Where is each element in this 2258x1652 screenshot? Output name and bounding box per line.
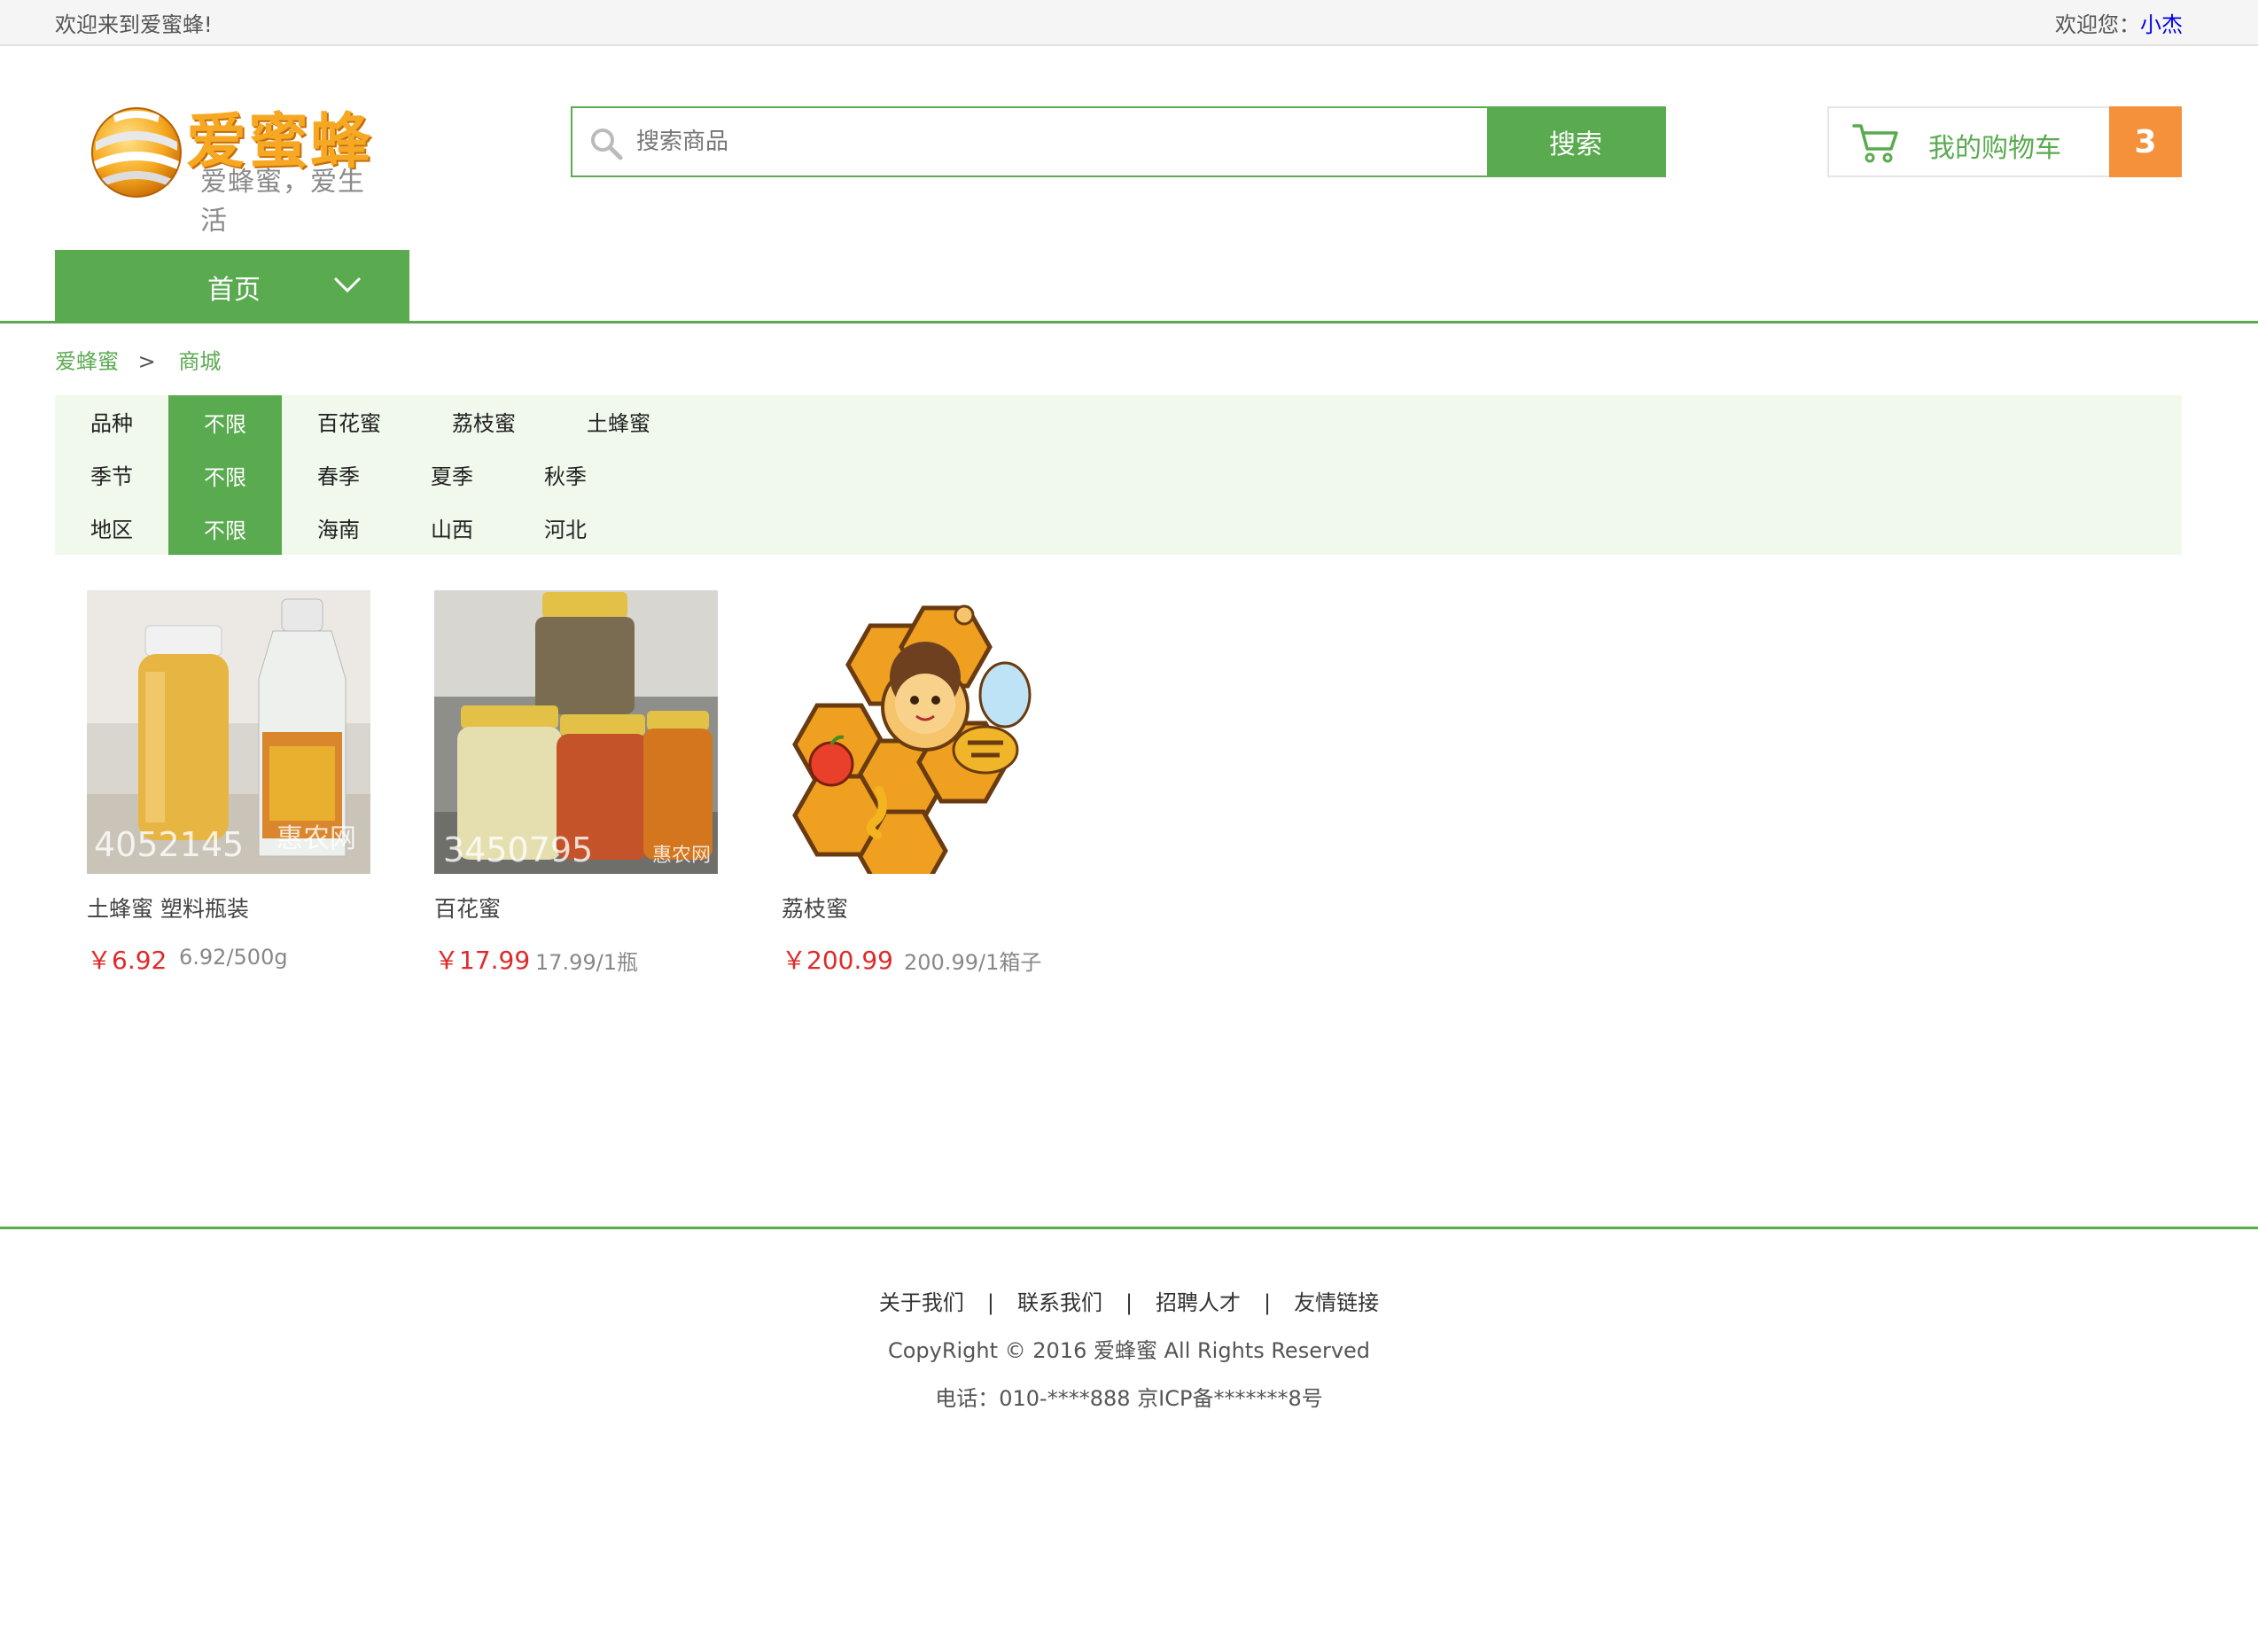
cart-button[interactable]: 我的购物车 3: [1827, 106, 2182, 177]
logo-ball-icon: [91, 107, 182, 198]
product-watermark-site: 惠农网: [276, 823, 356, 854]
footer-link-friends[interactable]: 友情链接: [1294, 1290, 1379, 1315]
filter-option[interactable]: 河北: [544, 512, 587, 543]
nav-home-menu[interactable]: 首页: [55, 250, 409, 321]
product-price: ￥17.99: [434, 946, 531, 975]
filter-option[interactable]: 秋季: [544, 459, 587, 490]
filter-all-option[interactable]: 不限: [168, 395, 282, 448]
bee-honeycomb-icon: [782, 590, 1065, 874]
product-watermark: 3450795: [443, 830, 593, 869]
product-card[interactable]: 4052145 惠农网 土蜂蜜 塑料瓶装 ￥6.92 6.92/500g: [87, 590, 370, 975]
user-greeting: 欢迎您：小杰: [2055, 7, 2183, 38]
filter-option[interactable]: 海南: [317, 512, 360, 543]
search-input[interactable]: [572, 108, 1487, 175]
product-name[interactable]: 荔枝蜜: [782, 892, 848, 923]
footer-link-about[interactable]: 关于我们: [879, 1290, 964, 1315]
filter-label: 地区: [90, 518, 133, 542]
footer-link-jobs[interactable]: 招聘人才: [1156, 1290, 1241, 1315]
filter-all-option[interactable]: 不限: [168, 502, 282, 555]
product-card[interactable]: 3450795 惠农网 百花蜜 ￥17.99 17.99/1瓶: [434, 590, 718, 975]
product-name[interactable]: 土蜂蜜 塑料瓶装: [87, 892, 249, 923]
footer-link-contact[interactable]: 联系我们: [1017, 1290, 1102, 1315]
product-unit-price: 17.99/1瓶: [535, 950, 639, 975]
filter-option[interactable]: 百花蜜: [317, 406, 381, 437]
user-name-link[interactable]: 小杰: [2140, 12, 2183, 37]
honey-jars-photo-icon: 3450795 惠农网: [434, 590, 718, 874]
product-image[interactable]: [782, 590, 1065, 874]
filter-option[interactable]: 春季: [317, 459, 360, 490]
welcome-text: 欢迎来到爱蜜蜂!: [55, 12, 213, 37]
search-bar: 搜索: [571, 106, 1666, 177]
search-icon: [591, 129, 623, 160]
filter-option[interactable]: 荔枝蜜: [452, 406, 516, 437]
footer-contact-info: 电话：010-****888 京ICP备*******8号: [935, 1386, 1323, 1411]
filter-all-option[interactable]: 不限: [168, 448, 282, 502]
filter-label: 季节: [90, 464, 133, 489]
product-watermark-site: 惠农网: [652, 845, 711, 867]
cart-label: 我的购物车: [1928, 133, 2061, 164]
breadcrumb-separator: >: [137, 349, 156, 374]
footer-link-divider: |: [1264, 1290, 1272, 1315]
search-box: [572, 108, 1487, 175]
product-card[interactable]: 荔枝蜜 ￥200.99 200.99/1箱子: [782, 590, 1065, 975]
breadcrumb-item-home[interactable]: 爱蜂蜜: [55, 349, 119, 374]
footer-links: 关于我们 | 联系我们 | 招聘人才 | 友情链接: [0, 1285, 2258, 1316]
cart-count-badge: 3: [2109, 106, 2182, 177]
site-logo[interactable]: 爱蜜蜂 爱蜂蜜，爱生活: [87, 92, 379, 237]
product-image[interactable]: 3450795 惠农网: [434, 590, 718, 874]
product-name[interactable]: 百花蜜: [434, 892, 501, 923]
breadcrumb-item-mall[interactable]: 商城: [178, 349, 221, 374]
filter-row-season: 季节 不限 春季 夏季 秋季: [55, 448, 2182, 502]
product-price: ￥6.92: [87, 946, 167, 975]
breadcrumb: 爱蜂蜜 > 商城: [55, 344, 233, 375]
product-watermark: 4052145: [94, 825, 244, 864]
honey-jar-photo-icon: 4052145 惠农网: [87, 590, 370, 874]
filter-panel: 品种 不限 百花蜜 荔枝蜜 土蜂蜜 季节 不限 春季 夏季 秋季 地区 不限 海…: [55, 395, 2182, 555]
cart-icon: [1852, 124, 1898, 163]
product-image[interactable]: 4052145 惠农网: [87, 590, 370, 874]
product-unit-price: 6.92/500g: [179, 945, 288, 970]
search-button[interactable]: 搜索: [1487, 108, 1664, 175]
footer-divider: [0, 1227, 2258, 1229]
nav-divider: [0, 321, 2258, 323]
product-price: ￥200.99: [782, 946, 893, 975]
footer-link-divider: |: [1125, 1290, 1133, 1315]
footer-copyright: CopyRight © 2016 爱蜂蜜 All Rights Reserved: [887, 1338, 1371, 1363]
filter-row-region: 地区 不限 海南 山西 河北: [55, 502, 2182, 555]
filter-label: 品种: [90, 411, 133, 436]
user-greeting-prefix: 欢迎您：: [2055, 12, 2140, 37]
logo-slogan: 爱蜂蜜，爱生活: [200, 167, 365, 237]
footer-link-divider: |: [986, 1290, 994, 1315]
chevron-down-icon: [333, 277, 362, 293]
filter-option[interactable]: 土蜂蜜: [587, 406, 650, 437]
top-bar: 欢迎来到爱蜜蜂! 欢迎您：小杰: [0, 0, 2258, 46]
filter-row-variety: 品种 不限 百花蜜 荔枝蜜 土蜂蜜: [55, 395, 2182, 448]
filter-option[interactable]: 夏季: [431, 459, 473, 490]
filter-option[interactable]: 山西: [431, 512, 473, 543]
nav-home-label: 首页: [207, 275, 261, 306]
product-unit-price: 200.99/1箱子: [904, 950, 1042, 975]
